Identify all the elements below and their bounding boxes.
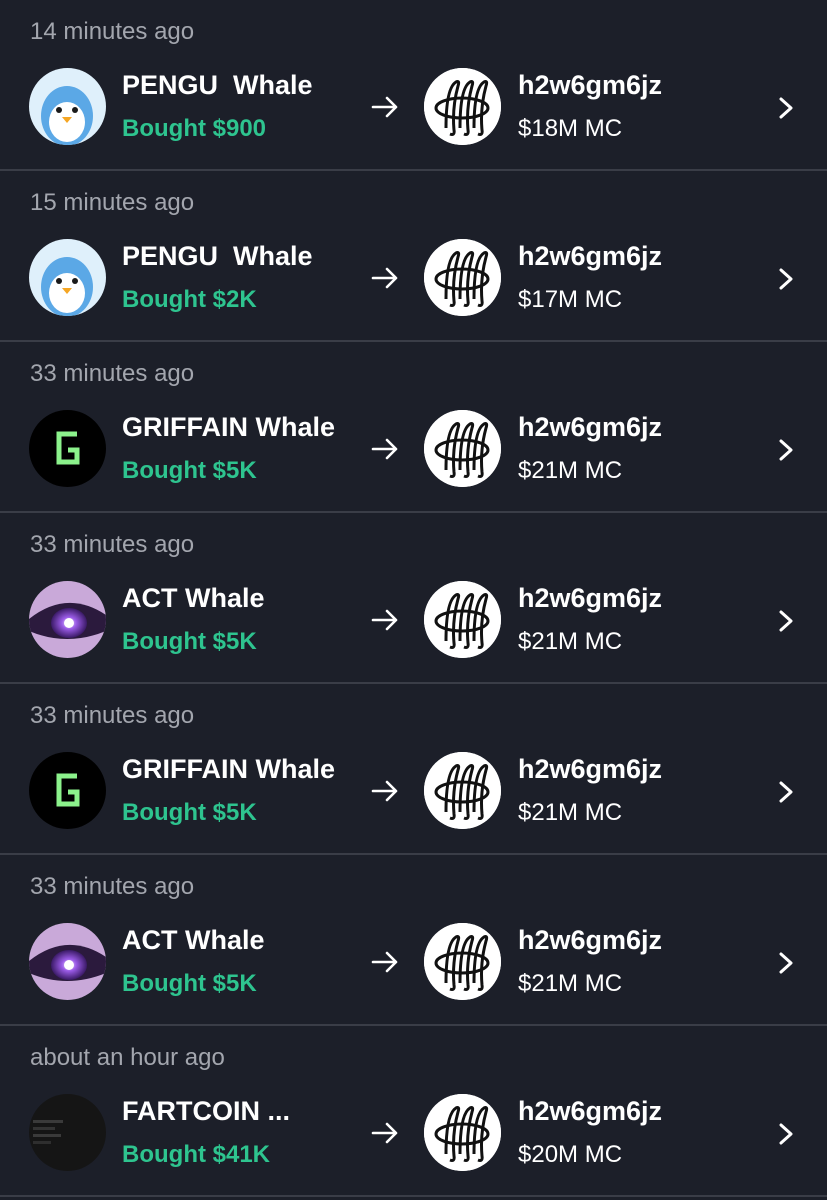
act-purple-eye-avatar[interactable] xyxy=(29,923,106,1000)
whale-trade-feed: 14 minutes ago PENGU Whale Bought $900 h… xyxy=(0,0,827,1197)
griffain-g-avatar[interactable] xyxy=(29,410,106,487)
trade-row[interactable]: 33 minutes ago ACT Whale Bought $5K h2w6… xyxy=(0,513,827,684)
token-logo-icon[interactable] xyxy=(424,410,501,487)
bought-amount: Bought $5K xyxy=(122,628,257,655)
bought-amount: Bought $900 xyxy=(122,115,267,142)
trade-time: about an hour ago xyxy=(30,1044,225,1071)
trade-time: 33 minutes ago xyxy=(30,531,195,558)
token-name: h2w6gm6jz xyxy=(518,1096,663,1126)
arrow-right-icon xyxy=(371,951,398,973)
chevron-right-icon[interactable] xyxy=(775,436,797,464)
trade-row[interactable]: 33 minutes ago ACT Whale Bought $5K h2w6… xyxy=(0,855,827,1026)
market-cap: $21M MC xyxy=(518,970,623,997)
arrow-right-icon xyxy=(371,609,398,631)
token-logo-icon[interactable] xyxy=(424,239,501,316)
whale-name: GRIFFAIN Whale xyxy=(122,412,336,442)
token-name: h2w6gm6jz xyxy=(518,583,663,613)
market-cap: $21M MC xyxy=(518,628,623,655)
chevron-right-icon[interactable] xyxy=(775,949,797,977)
arrow-right-icon xyxy=(371,438,398,460)
market-cap: $20M MC xyxy=(518,1141,623,1168)
token-name: h2w6gm6jz xyxy=(518,70,663,100)
act-purple-eye-avatar[interactable] xyxy=(29,581,106,658)
trade-row[interactable]: about an hour ago FARTCOIN ... Bought $4… xyxy=(0,1026,827,1197)
token-logo-icon[interactable] xyxy=(424,752,501,829)
pengu-penguin-avatar[interactable] xyxy=(29,68,106,145)
trade-time: 14 minutes ago xyxy=(30,18,195,45)
whale-name: ACT Whale xyxy=(122,925,265,955)
trade-time: 33 minutes ago xyxy=(30,873,195,900)
trade-time: 33 minutes ago xyxy=(30,702,195,729)
market-cap: $17M MC xyxy=(518,286,623,313)
trade-row[interactable]: 33 minutes ago GRIFFAIN Whale Bought $5K… xyxy=(0,684,827,855)
trade-time: 15 minutes ago xyxy=(30,189,195,216)
whale-name: ACT Whale xyxy=(122,583,265,613)
arrow-right-icon xyxy=(371,267,398,289)
bought-amount: Bought $2K xyxy=(122,286,257,313)
token-name: h2w6gm6jz xyxy=(518,241,663,271)
trade-row[interactable]: 15 minutes ago PENGU Whale Bought $2K h2… xyxy=(0,171,827,342)
pengu-penguin-avatar[interactable] xyxy=(29,239,106,316)
chevron-right-icon[interactable] xyxy=(775,94,797,122)
arrow-right-icon xyxy=(371,780,398,802)
whale-name: GRIFFAIN Whale xyxy=(122,754,336,784)
trade-row[interactable]: 14 minutes ago PENGU Whale Bought $900 h… xyxy=(0,0,827,171)
chevron-right-icon[interactable] xyxy=(775,778,797,806)
token-logo-icon[interactable] xyxy=(424,581,501,658)
chevron-right-icon[interactable] xyxy=(775,265,797,293)
arrow-right-icon xyxy=(371,1122,398,1144)
market-cap: $21M MC xyxy=(518,799,623,826)
bought-amount: Bought $5K xyxy=(122,457,257,484)
token-logo-icon[interactable] xyxy=(424,1094,501,1171)
token-logo-icon[interactable] xyxy=(424,68,501,145)
arrow-right-icon xyxy=(371,96,398,118)
bought-amount: Bought $5K xyxy=(122,970,257,997)
bought-amount: Bought $41K xyxy=(122,1141,271,1168)
griffain-g-avatar[interactable] xyxy=(29,752,106,829)
trade-row[interactable]: 33 minutes ago GRIFFAIN Whale Bought $5K… xyxy=(0,342,827,513)
trade-time: 33 minutes ago xyxy=(30,360,195,387)
chevron-right-icon[interactable] xyxy=(775,607,797,635)
token-name: h2w6gm6jz xyxy=(518,412,663,442)
token-name: h2w6gm6jz xyxy=(518,925,663,955)
chevron-right-icon[interactable] xyxy=(775,1120,797,1148)
whale-name: PENGU Whale xyxy=(122,70,313,100)
market-cap: $21M MC xyxy=(518,457,623,484)
bought-amount: Bought $5K xyxy=(122,799,257,826)
whale-name: PENGU Whale xyxy=(122,241,313,271)
fartcoin-dark-avatar[interactable] xyxy=(29,1094,106,1171)
market-cap: $18M MC xyxy=(518,115,623,142)
whale-name: FARTCOIN ... xyxy=(122,1096,290,1126)
token-logo-icon[interactable] xyxy=(424,923,501,1000)
token-name: h2w6gm6jz xyxy=(518,754,663,784)
